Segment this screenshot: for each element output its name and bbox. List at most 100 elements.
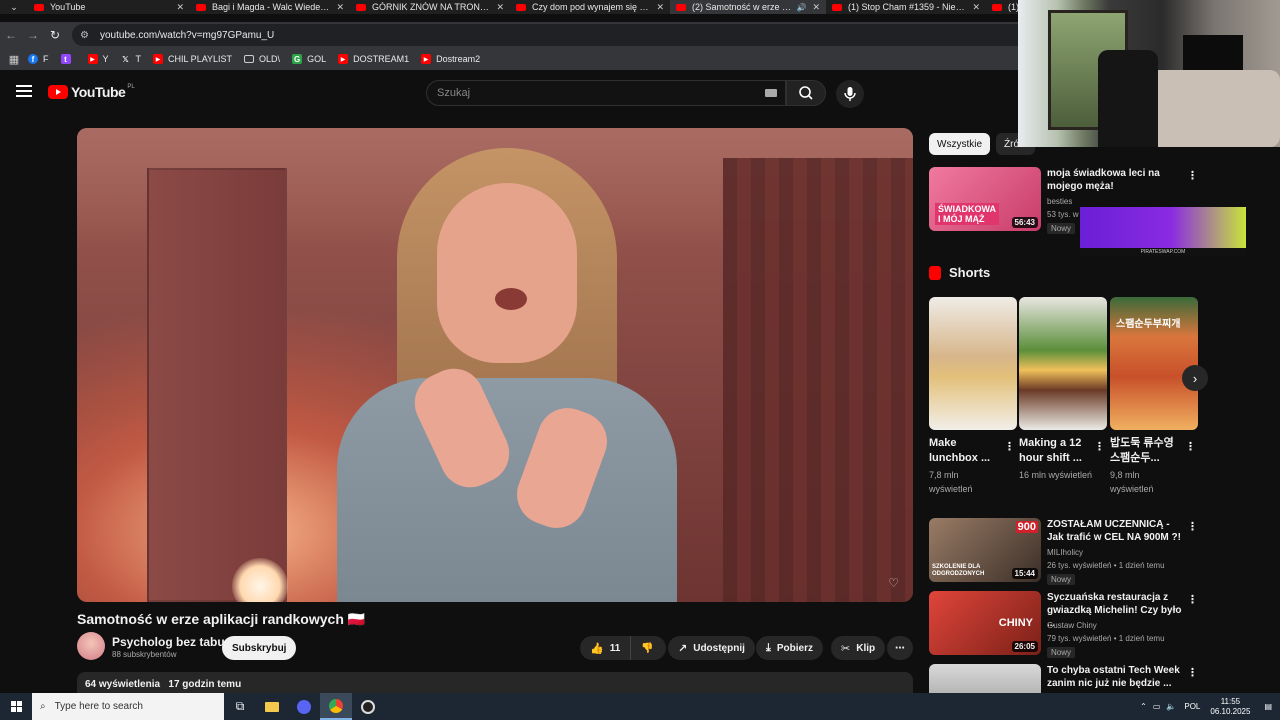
channel-name[interactable]: besties: [1047, 197, 1072, 206]
tab-close-icon[interactable]: ✕: [336, 2, 344, 13]
taskbar-search-input[interactable]: ⌕ Type here to search: [32, 693, 224, 720]
more-vertical-icon[interactable]: ⋮: [1187, 593, 1198, 606]
start-button[interactable]: [0, 693, 32, 720]
tab-close-icon[interactable]: ✕: [656, 2, 664, 13]
tray-chevron-up-icon[interactable]: ⌃: [1140, 702, 1147, 711]
short-title[interactable]: 밥도둑 류수영 스팸순두...: [1110, 436, 1184, 466]
bookmark-t[interactable]: 𝕏T: [121, 54, 141, 64]
back-icon[interactable]: ←: [0, 28, 22, 42]
network-icon[interactable]: ▭: [1153, 702, 1161, 711]
volume-icon[interactable]: 🔈: [1166, 702, 1176, 711]
short-title[interactable]: Make lunchbox ...: [929, 436, 1003, 466]
keyboard-icon[interactable]: [765, 89, 777, 97]
tab-search-icon[interactable]: ⌄: [0, 0, 28, 14]
short-item[interactable]: 스팸순두부찌개 밥도둑 류수영 스팸순두... 9,8 mln wyświetl…: [1110, 297, 1198, 496]
bookmark-gol[interactable]: G GOL: [292, 54, 326, 64]
short-thumbnail[interactable]: [1019, 297, 1107, 430]
short-item[interactable]: Make lunchbox ... 7,8 mln wyświetleń ⋮: [929, 297, 1017, 496]
forward-icon[interactable]: →: [22, 28, 44, 42]
tab-stop-cham[interactable]: (1) Stop Cham #1359 - Niebez ✕: [826, 0, 986, 14]
more-vertical-icon[interactable]: ⋮: [1004, 440, 1015, 453]
recommended-video[interactable]: SZKOLENIE DLA ODGRODZONYCH 900 15:44 ZOS…: [929, 518, 1199, 586]
channel-name[interactable]: MILIholicy: [1047, 548, 1083, 557]
video-frame-curtain: [723, 158, 913, 602]
tab-close-icon[interactable]: ✕: [496, 2, 504, 13]
youtube-favicon-icon: [356, 3, 366, 11]
tab-youtube[interactable]: YouTube ✕: [28, 0, 190, 14]
subscribe-button[interactable]: Subskrybuj: [222, 636, 297, 660]
tab-gornik[interactable]: GÓRNIK ZNÓW NA TRONIE! Sl ✕: [350, 0, 510, 14]
channel-name[interactable]: Gustaw Chiny: [1047, 621, 1097, 630]
channel-avatar[interactable]: [77, 632, 105, 660]
dislike-button[interactable]: 👎: [631, 636, 663, 660]
more-vertical-icon[interactable]: ⋮: [1187, 666, 1198, 679]
tab-close-icon[interactable]: ✕: [176, 2, 184, 13]
clip-button[interactable]: ✂ Klip: [831, 636, 886, 660]
chip-all[interactable]: Wszystkie: [929, 133, 990, 155]
language-indicator[interactable]: POL: [1184, 702, 1200, 711]
youtube-logo[interactable]: YouTube PL: [48, 84, 135, 100]
view-count: 64 wyświetlenia: [85, 679, 161, 690]
bookmark-chil-playlist[interactable]: ▶ CHIL PLAYLIST: [153, 54, 232, 64]
video-title[interactable]: moja świadkowa leci na mojego męża!: [1047, 167, 1183, 193]
channel-name[interactable]: Psycholog bez tabu: [112, 635, 225, 649]
tab-samotnosc[interactable]: (2) Samotność w erze aplika 🔊 ✕: [670, 0, 826, 14]
tab-close-icon[interactable]: ✕: [812, 2, 820, 13]
task-view-icon[interactable]: ⧉: [224, 693, 256, 720]
reload-icon[interactable]: ↻: [44, 28, 66, 42]
chrome-icon[interactable]: [320, 693, 352, 720]
chevron-right-icon[interactable]: ›: [1182, 365, 1208, 391]
video-meta: 79 tys. wyświetleń • 1 dzień temu: [1047, 634, 1165, 643]
tab-dom[interactable]: Czy dom pod wynajem się opła ✕: [510, 0, 670, 14]
bookmark-f[interactable]: fF: [28, 54, 49, 64]
video-thumbnail[interactable]: CHINY 26:05: [929, 591, 1041, 655]
search-input[interactable]: Szukaj: [426, 80, 786, 106]
tab-bagi[interactable]: Bagi i Magda - Walc Wiedeński ✕: [190, 0, 350, 14]
more-vertical-icon[interactable]: ⋮: [1187, 169, 1198, 182]
more-vertical-icon[interactable]: ⋮: [1094, 440, 1105, 453]
short-title[interactable]: Making a 12 hour shift ...: [1019, 436, 1093, 466]
apps-grid-icon[interactable]: ▦: [0, 53, 28, 66]
short-thumbnail[interactable]: [929, 297, 1017, 430]
discord-icon[interactable]: [288, 693, 320, 720]
file-explorer-icon[interactable]: [256, 693, 288, 720]
menu-icon[interactable]: [16, 85, 32, 100]
recommended-video[interactable]: CHINY 26:05 Syczuańska restauracja z gwi…: [929, 591, 1199, 659]
facebook-icon: f: [28, 54, 38, 64]
bookmark-twitch[interactable]: t: [60, 54, 76, 64]
short-thumbnail[interactable]: 스팸순두부찌개: [1110, 297, 1198, 430]
video-title[interactable]: ZOSTAŁAM UCZENNICĄ - Jak trafić w CEL NA…: [1047, 518, 1183, 544]
video-thumbnail[interactable]: SZKOLENIE DLA ODGRODZONYCH 900 15:44: [929, 518, 1041, 582]
youtube-favicon-icon: [832, 3, 842, 11]
download-button[interactable]: ⤓ Pobierz: [756, 636, 823, 660]
short-item[interactable]: Making a 12 hour shift ... 16 mln wyświe…: [1019, 297, 1107, 482]
video-title[interactable]: To chyba ostatni Tech Week zanim nic już…: [1047, 664, 1183, 690]
bookmark-dostream2[interactable]: ▶ Dostream2: [421, 54, 480, 64]
video-thumbnail[interactable]: ŚWIADKOWA I MÓJ MĄŻ 56:43: [929, 167, 1041, 231]
bookmark-old[interactable]: OLD\: [244, 54, 280, 64]
youtube-favicon-icon: [196, 3, 206, 11]
bookmark-label: Dostream2: [436, 54, 481, 64]
speaker-icon[interactable]: 🔊: [796, 3, 806, 12]
recommended-video[interactable]: To chyba ostatni Tech Week zanim nic już…: [929, 664, 1199, 693]
clock[interactable]: 11:55 06.10.2025: [1210, 697, 1250, 717]
bookmark-dostream1[interactable]: ▶ DOSTREAM1: [338, 54, 409, 64]
obs-icon[interactable]: [352, 693, 384, 720]
tab-label: GÓRNIK ZNÓW NA TRONIE! Sl: [372, 2, 491, 12]
tab-close-icon[interactable]: ✕: [972, 2, 980, 13]
search-button[interactable]: [786, 80, 826, 106]
like-button[interactable]: 👍 11: [580, 636, 632, 660]
voice-search-button[interactable]: [836, 80, 864, 108]
notifications-icon[interactable]: ▤: [1264, 702, 1272, 711]
url-input[interactable]: ⚙ youtube.com/watch?v=mg97GPamu_U: [72, 24, 1032, 46]
site-info-icon[interactable]: ⚙: [80, 30, 92, 41]
video-thumbnail[interactable]: [929, 664, 1041, 693]
channel-watermark-icon[interactable]: ♡: [888, 576, 899, 590]
tab-label: Czy dom pod wynajem się opła: [532, 2, 651, 12]
share-button[interactable]: ↗ Udostępnij: [668, 636, 755, 660]
more-actions-button[interactable]: ⋯: [887, 636, 913, 660]
video-player[interactable]: ♡: [77, 128, 913, 602]
more-vertical-icon[interactable]: ⋮: [1187, 520, 1198, 533]
bookmark-y[interactable]: ▶ Y: [87, 54, 109, 64]
more-vertical-icon[interactable]: ⋮: [1185, 440, 1196, 453]
